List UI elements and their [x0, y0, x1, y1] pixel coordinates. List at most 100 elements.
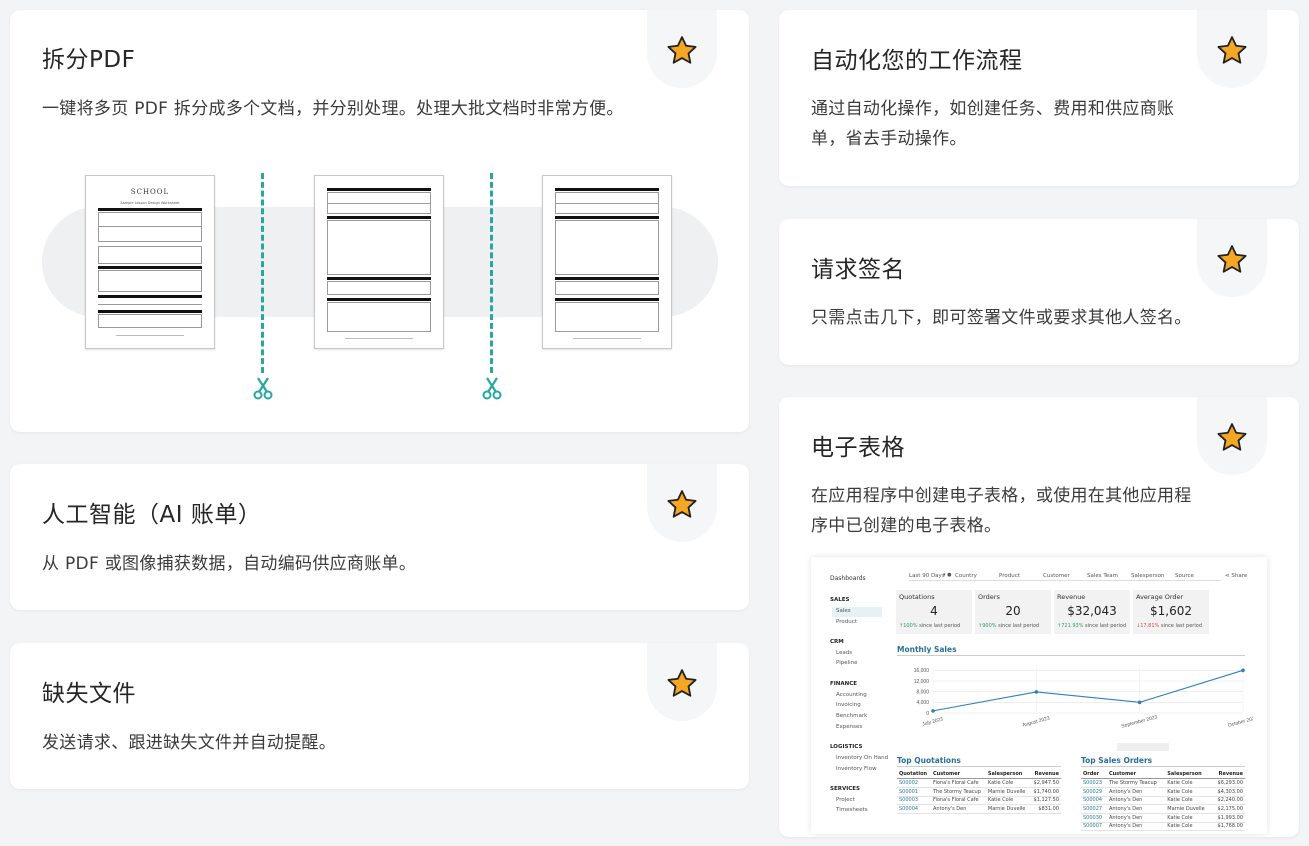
kpi-card: Quotations 4 ↑100% since last period — [896, 590, 972, 634]
table-row[interactable]: S00001 The Stormy Teacup Marnie Duvelle … — [897, 787, 1061, 797]
table-row[interactable]: S00023 The Stormy Teacup Katie Cole $6,2… — [1081, 778, 1245, 788]
table-row[interactable]: S00002 Fiona's Floral Cafe Katie Cole $2… — [897, 778, 1061, 788]
kpi-card: Orders 20 ↑900% since last period — [975, 590, 1051, 634]
favorite-badge[interactable] — [647, 464, 717, 542]
card-description: 只需点击几下，即可签署文件或要求其他人签名。 — [811, 308, 1192, 328]
star-icon[interactable] — [1215, 243, 1249, 277]
table-header: Salesperson — [985, 770, 1030, 780]
table-cell: Marnie Duvelle — [1165, 804, 1212, 814]
dashboard-preview: Dashboards Last 90 Days ▾ ● Country Prod… — [811, 557, 1267, 834]
table-cell: S00007 — [1081, 822, 1107, 832]
nav-item[interactable]: Leads — [836, 650, 852, 656]
table-row[interactable]: S00030 Antony's Den Katie Cole $1,993.00 — [1081, 813, 1245, 823]
series-line — [932, 669, 1244, 712]
card-title: 拆分PDF — [42, 47, 136, 73]
cut-line — [490, 173, 493, 373]
automate-card[interactable]: 自动化您的工作流程 通过自动化操作，如创建任务、费用和供应商账 单，省去手动操作… — [779, 10, 1299, 186]
document-page — [542, 175, 672, 349]
star-icon[interactable] — [665, 488, 699, 522]
filter-salesperson[interactable]: Salesperson — [1131, 573, 1165, 579]
filter-period[interactable]: Last 90 Days — [909, 573, 945, 579]
kpi-value: $32,043 — [1067, 604, 1117, 618]
table-cell: $2,240.00 — [1211, 796, 1245, 806]
favorite-badge[interactable] — [647, 10, 717, 88]
nav-item[interactable]: Timesheets — [836, 807, 868, 813]
nav-item[interactable]: Inventory Flow — [836, 766, 877, 772]
card-description: 通过自动化操作，如创建任务、费用和供应商账 单，省去手动操作。 — [811, 94, 1251, 154]
scissors-icon — [253, 377, 273, 400]
favorite-badge[interactable] — [1197, 397, 1267, 475]
card-description: 一键将多页 PDF 拆分成多个文档，并分别处理。处理大批文档时非常方便。 — [42, 99, 624, 119]
y-tick-label: 4,000 — [916, 700, 929, 706]
share-button[interactable]: ⋖ Share — [1225, 573, 1247, 579]
nav-item[interactable]: Accounting — [836, 692, 867, 698]
kpi-delta-note: since last period — [998, 623, 1040, 629]
nav-item[interactable]: Product — [836, 619, 857, 625]
kpi-delta-value: 721.93% — [1061, 623, 1084, 629]
kpi-delta: ↓17.81% since last period — [1136, 623, 1202, 629]
table-row[interactable]: S00029 Antony's Den Katie Cole $4,303.00 — [1081, 787, 1245, 797]
table-cell: $831.00 — [1029, 804, 1061, 814]
table-cell: S00029 — [1081, 787, 1107, 797]
table-cell: $1,740.00 — [1029, 787, 1061, 797]
table-header: Quotation — [897, 770, 931, 780]
star-icon[interactable] — [1215, 421, 1249, 455]
favorite-badge[interactable] — [1197, 10, 1267, 88]
table-header: Customer — [930, 770, 986, 780]
nav-item[interactable]: Benchmark — [836, 713, 867, 719]
y-tick-label: 16,000 — [914, 668, 930, 674]
table-cell: $6,293.00 — [1211, 778, 1245, 788]
signature-card[interactable]: 请求签名 只需点击几下，即可签署文件或要求其他人签名。 — [779, 219, 1299, 365]
star-icon[interactable] — [1215, 34, 1249, 68]
table-cell: Fiona's Floral Cafe — [930, 796, 986, 806]
table-cell: Katie Cole — [985, 796, 1030, 806]
filter-customer[interactable]: Customer — [1043, 573, 1070, 579]
kpi-delta-note: since last period — [1160, 623, 1202, 629]
top-quotations-title: Top Quotations — [897, 756, 961, 765]
nav-item[interactable]: Sales — [836, 608, 851, 614]
filter-sales-team[interactable]: Sales Team — [1087, 573, 1118, 579]
dropdown-caret-icon: ▾ ● — [943, 572, 952, 578]
table-cell: S00001 — [897, 787, 931, 797]
table-cell: S00030 — [1081, 813, 1107, 823]
table-cell: S00002 — [897, 778, 931, 788]
nav-item[interactable]: Invoicing — [836, 702, 861, 708]
table-row[interactable]: S00004 Antony's Den Katie Cole $2,240.00 — [1081, 796, 1245, 806]
table-header: Customer — [1106, 770, 1166, 780]
x-tick-label: October 2023 — [1227, 715, 1253, 729]
star-icon[interactable] — [665, 667, 699, 701]
kpi-delta-value: 900% — [982, 623, 997, 629]
y-tick-label: 12,000 — [914, 679, 930, 685]
favorite-badge[interactable] — [1197, 219, 1267, 297]
scissors-icon — [482, 377, 502, 400]
spreadsheet-card[interactable]: 电子表格 在应用程序中创建电子表格，或使用在其他应用程 序中已创建的电子表格。 … — [779, 397, 1299, 837]
missing-docs-card[interactable]: 缺失文件 发送请求、跟进缺失文件并自动提醒。 — [10, 643, 749, 789]
nav-item[interactable]: Project — [836, 797, 855, 803]
table-row[interactable]: S00003 Fiona's Floral Cafe Katie Cole $1… — [897, 796, 1061, 806]
split-pdf-card[interactable]: 拆分PDF 一键将多页 PDF 拆分成多个文档，并分别处理。处理大批文档时非常方… — [10, 10, 749, 432]
table-cell: Antony's Den — [1106, 813, 1166, 823]
filter-product[interactable]: Product — [999, 573, 1020, 579]
nav-item[interactable]: Pipeline — [836, 660, 858, 666]
star-icon[interactable] — [665, 34, 699, 68]
ai-bill-card[interactable]: 人工智能（AI 账单） 从 PDF 或图像捕获数据，自动编码供应商账单。 — [10, 464, 749, 610]
nav-item[interactable]: Inventory On Hand — [836, 755, 888, 761]
kpi-delta: ↑900% since last period — [978, 623, 1040, 629]
filter-country[interactable]: Country — [955, 573, 977, 579]
data-point — [931, 709, 935, 713]
x-tick-label: September 2023 — [1121, 714, 1158, 729]
nav-item[interactable]: Expenses — [836, 724, 862, 730]
table-cell: $1,768.00 — [1211, 822, 1245, 832]
card-description: 发送请求、跟进缺失文件并自动提醒。 — [42, 733, 337, 753]
kpi-value: 20 — [1005, 604, 1021, 618]
x-tick-label: July 2023 — [922, 716, 944, 727]
table-cell: $2,947.50 — [1029, 778, 1061, 788]
chart-scrollbar[interactable] — [1117, 743, 1169, 751]
favorite-badge[interactable] — [647, 643, 717, 721]
top-sales-orders-table: Order Customer Salesperson Revenue S0002… — [1081, 770, 1245, 832]
filter-source[interactable]: Source — [1175, 573, 1194, 579]
table-row[interactable]: S00007 Antony's Den Katie Cole $1,768.00 — [1081, 822, 1245, 832]
table-cell: Fiona's Floral Cafe — [930, 778, 986, 788]
table-row[interactable]: S00027 Antony's Den Marnie Duvelle $2,17… — [1081, 804, 1245, 814]
table-row[interactable]: S00004 Antony's Den Marnie Duvelle $831.… — [897, 804, 1061, 814]
